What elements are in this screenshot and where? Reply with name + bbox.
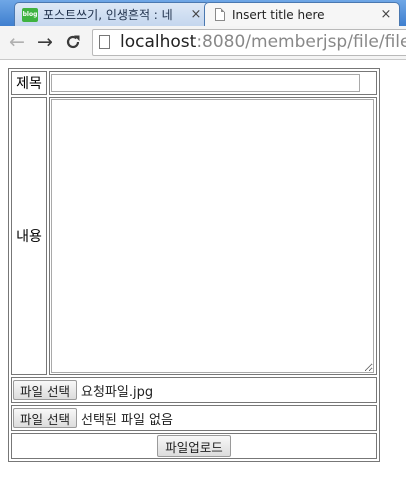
url-text: localhost:8080/memberjsp/file/fileForm. xyxy=(120,30,406,55)
title-row: 제목 xyxy=(11,71,377,95)
tab-strip: blog 포스트쓰기, 인생흔적 : 네 × Insert title here… xyxy=(0,0,406,26)
file-status-2: 선택된 파일 없음 xyxy=(80,412,173,428)
close-tab-icon[interactable]: × xyxy=(187,7,205,22)
upload-submit-button[interactable]: 파일업로드 xyxy=(157,435,231,457)
reload-icon[interactable] xyxy=(62,31,84,53)
submit-row: 파일업로드 xyxy=(11,433,377,459)
page-content: 제목 내용 파일 선택 요청파일.jpg 파일 선택 선택된 파일 없음 파일업… xyxy=(8,68,380,462)
address-bar[interactable]: localhost:8080/memberjsp/file/fileForm. xyxy=(92,29,406,56)
tab-title: 포스트쓰기, 인생흔적 : 네 xyxy=(43,8,173,22)
page-icon xyxy=(215,8,225,21)
content-row: 내용 xyxy=(11,97,377,375)
upload-form-table: 제목 내용 파일 선택 요청파일.jpg 파일 선택 선택된 파일 없음 파일업… xyxy=(8,68,380,462)
file-cell-1: 파일 선택 요청파일.jpg xyxy=(11,377,377,403)
title-label: 제목 xyxy=(11,71,47,95)
url-host: localhost xyxy=(120,32,197,52)
forward-arrow-icon[interactable]: → xyxy=(34,31,56,53)
blog-favicon-icon: blog xyxy=(22,7,38,22)
browser-toolbar: ← → localhost:8080/memberjsp/file/fileFo… xyxy=(0,26,406,60)
file-status-1: 요청파일.jpg xyxy=(80,384,154,400)
url-path: :8080/memberjsp/file/fileForm. xyxy=(196,32,406,52)
file-row-2: 파일 선택 선택된 파일 없음 xyxy=(11,405,377,431)
choose-file-button-1[interactable]: 파일 선택 xyxy=(13,380,77,400)
file-cell-2: 파일 선택 선택된 파일 없음 xyxy=(11,405,377,431)
tab-blog-post[interactable]: blog 포스트쓰기, 인생흔적 : 네 × xyxy=(14,2,210,26)
file-row-1: 파일 선택 요청파일.jpg xyxy=(11,377,377,403)
submit-cell: 파일업로드 xyxy=(11,433,377,459)
page-icon xyxy=(99,35,110,49)
content-input-cell xyxy=(49,97,377,375)
tab-insert-title[interactable]: Insert title here × xyxy=(204,2,400,26)
title-input[interactable] xyxy=(51,74,360,92)
content-textarea[interactable] xyxy=(51,99,374,373)
back-arrow-icon[interactable]: ← xyxy=(6,31,28,53)
tab-title: Insert title here xyxy=(232,7,325,22)
close-tab-icon[interactable]: × xyxy=(377,7,395,22)
choose-file-button-2[interactable]: 파일 선택 xyxy=(13,408,77,428)
content-label: 내용 xyxy=(11,97,47,375)
title-input-cell xyxy=(49,71,377,95)
